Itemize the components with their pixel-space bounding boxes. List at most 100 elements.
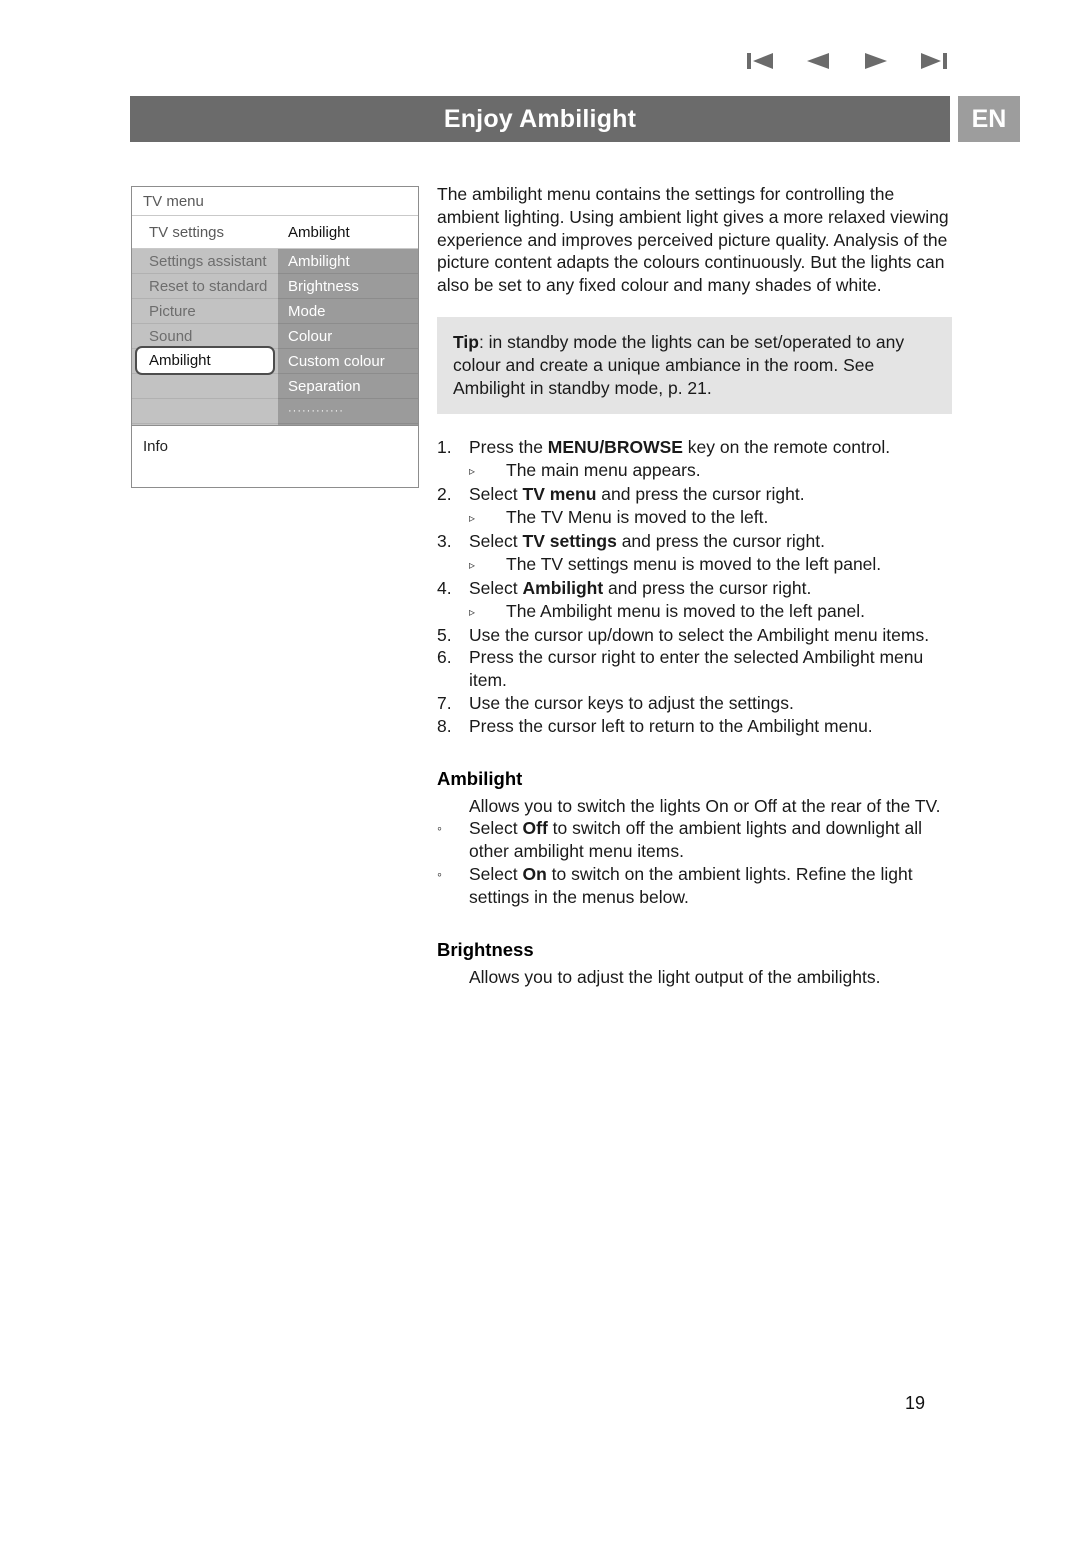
step-number: 4. <box>437 577 452 598</box>
step-text: Select TV menu and press the cursor righ… <box>469 483 952 506</box>
step-text: Use the cursor keys to adjust the settin… <box>469 692 794 713</box>
intro-paragraph: The ambilight menu contains the settings… <box>437 184 949 296</box>
step-item: 3. Select TV settings and press the curs… <box>437 530 952 553</box>
step-number: 1. <box>437 437 452 458</box>
section-heading: Brightness <box>437 938 534 960</box>
step-text-post: and press the cursor right. <box>596 484 805 505</box>
step-text-bold: TV settings <box>522 530 617 551</box>
step-text: Use the cursor up/down to select the Amb… <box>469 624 930 645</box>
submenu-item-colour[interactable]: Colour <box>278 324 418 349</box>
substep-text: The TV settings menu is moved to the lef… <box>506 553 882 574</box>
step-number: 5. <box>437 624 452 645</box>
next-arrow-icon <box>861 50 891 72</box>
section-brightness: Brightness Allows you to adjust the ligh… <box>437 939 952 989</box>
skip-to-end-icon <box>919 50 949 72</box>
step-text: Press the cursor left to return to the A… <box>469 715 873 736</box>
numbered-steps-list: 1. Press the MENU/BROWSE key on the remo… <box>437 436 952 737</box>
substep-item: ▹ The TV settings menu is moved to the l… <box>437 553 952 577</box>
page-navigation-toolbar <box>742 44 952 78</box>
step-number: 8. <box>437 715 452 736</box>
menu-item-picture[interactable]: Picture <box>132 299 278 324</box>
tv-menu-columns: Settings assistant Reset to standard Pic… <box>132 249 418 425</box>
step-text-post: key on the remote control. <box>682 437 891 458</box>
submenu-item-custom-colour[interactable]: Custom colour <box>278 349 418 374</box>
bullet-text: Select On to switch on the ambient light… <box>469 863 952 909</box>
substep-text: The Ambilight menu is moved to the left … <box>506 600 865 621</box>
step-text-pre: Select <box>469 484 523 505</box>
next-page-button[interactable] <box>858 46 894 76</box>
tip-label: Tip <box>453 331 479 352</box>
step-text-bold: TV menu <box>522 484 597 505</box>
skip-to-start-button[interactable] <box>742 46 778 76</box>
bullet-text: Select Off to switch off the ambient lig… <box>469 817 952 863</box>
menu-item-left-blank-2 <box>132 399 278 424</box>
bullet-item: ◦ Select Off to switch off the ambient l… <box>437 817 952 863</box>
main-content: The ambilight menu contains the settings… <box>437 183 952 988</box>
step-text-pre: Select <box>469 577 523 598</box>
breadcrumb-ambilight: Ambilight <box>288 223 350 241</box>
section-heading: Ambilight <box>437 767 523 789</box>
substep-text: The main menu appears. <box>506 460 701 481</box>
step-number: 6. <box>437 647 452 668</box>
step-text-pre: Press the <box>469 437 548 458</box>
step-item: 7. Use the cursor keys to adjust the set… <box>437 692 952 715</box>
step-item: 6. Press the cursor right to enter the s… <box>437 646 952 692</box>
tv-menu-breadcrumb: TV settings Ambilight <box>132 216 418 249</box>
page-number: 19 <box>905 1393 926 1413</box>
tv-menu-screenshot: TV menu TV settings Ambilight Settings a… <box>131 186 419 488</box>
submenu-item-mode[interactable]: Mode <box>278 299 418 324</box>
tv-menu-title: TV menu <box>132 187 418 216</box>
skip-to-end-button[interactable] <box>916 46 952 76</box>
tv-menu-left-column: Settings assistant Reset to standard Pic… <box>132 249 278 425</box>
submenu-item-separation[interactable]: Separation <box>278 374 418 399</box>
bullet-text-bold: On <box>522 863 547 884</box>
step-item: 5. Use the cursor up/down to select the … <box>437 624 952 647</box>
page-title: Enjoy Ambilight <box>443 104 637 133</box>
substep-text: The TV Menu is moved to the left. <box>506 506 769 527</box>
bullet-marker-icon: ◦ <box>437 865 442 882</box>
bullet-text-bold: Off <box>522 818 548 839</box>
menu-item-left-blank-1 <box>132 374 278 399</box>
bullet-text-pre: Select <box>469 863 523 884</box>
step-item: 8. Press the cursor left to return to th… <box>437 715 952 738</box>
step-number: 2. <box>437 484 452 505</box>
substep-item: ▹ The Ambilight menu is moved to the lef… <box>437 600 952 624</box>
menu-item-settings-assistant[interactable]: Settings assistant <box>132 249 278 274</box>
step-text-pre: Select <box>469 530 523 551</box>
step-item: 1. Press the MENU/BROWSE key on the remo… <box>437 436 952 459</box>
section-paragraph: Allows you to switch the lights On or Of… <box>469 795 941 816</box>
section-paragraph: Allows you to adjust the light output of… <box>469 966 881 987</box>
tv-menu-info-footer: Info <box>132 425 418 485</box>
step-text: Press the MENU/BROWSE key on the remote … <box>469 436 952 459</box>
step-text: Select TV settings and press the cursor … <box>469 530 952 553</box>
bullet-item: ◦ Select On to switch on the ambient lig… <box>437 863 952 909</box>
bullet-text-pre: Select <box>469 818 523 839</box>
tip-box: Tip: in standby mode the lights can be s… <box>437 316 952 415</box>
step-text-bold: MENU/BROWSE <box>547 437 683 458</box>
step-text-post: and press the cursor right. <box>603 577 812 598</box>
page-header-bar: Enjoy Ambilight <box>130 96 950 142</box>
step-item: 2. Select TV menu and press the cursor r… <box>437 483 952 506</box>
step-text: Press the cursor right to enter the sele… <box>469 647 924 691</box>
substep-item: ▹ The main menu appears. <box>437 459 952 483</box>
menu-item-ambilight-label: Ambilight <box>135 346 275 375</box>
step-item: 4. Select Ambilight and press the cursor… <box>437 577 952 600</box>
breadcrumb-tv-settings: TV settings <box>149 223 225 241</box>
tv-menu-right-column: Ambilight Brightness Mode Colour Custom … <box>278 249 418 425</box>
substep-item: ▹ The TV Menu is moved to the left. <box>437 506 952 530</box>
substep-marker-icon: ▹ <box>469 557 476 572</box>
substep-marker-icon: ▹ <box>469 604 476 619</box>
substep-marker-icon: ▹ <box>469 510 476 525</box>
submenu-item-more-dots: ············ <box>278 399 418 424</box>
step-text-post: and press the cursor right. <box>616 530 825 551</box>
submenu-item-ambilight[interactable]: Ambilight <box>278 249 418 274</box>
previous-page-button[interactable] <box>800 46 836 76</box>
language-badge: EN <box>958 96 1020 142</box>
submenu-item-brightness[interactable]: Brightness <box>278 274 418 299</box>
menu-item-ambilight-selected[interactable]: Ambilight <box>132 346 278 375</box>
tip-text: : in standby mode the lights can be set/… <box>453 331 905 398</box>
step-number: 7. <box>437 692 452 713</box>
skip-to-start-icon <box>745 50 775 72</box>
previous-arrow-icon <box>803 50 833 72</box>
menu-item-reset-to-standard[interactable]: Reset to standard <box>132 274 278 299</box>
